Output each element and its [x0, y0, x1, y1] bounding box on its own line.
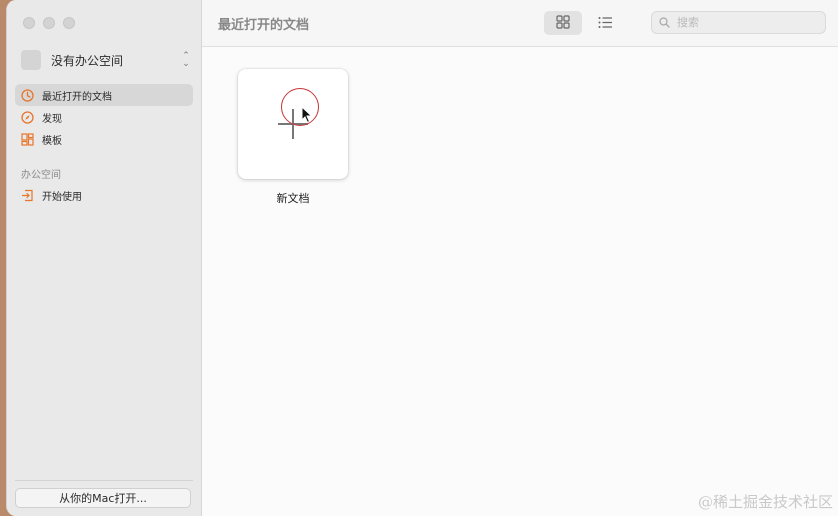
chevron-up-down-icon: ⌃ ⌄: [182, 51, 190, 69]
open-from-mac-button[interactable]: 从你的Mac打开...: [15, 488, 191, 508]
workspace-name: 没有办公空间: [51, 53, 124, 68]
sidebar-item-label: 发现: [42, 113, 62, 125]
app-window: 没有办公空间 ⌃ ⌄ 最近打开的文档 发现 模板 办公空间 开始使用 从你的Ma…: [6, 0, 838, 516]
sidebar-item-label: 模板: [42, 135, 62, 147]
sidebar: 没有办公空间 ⌃ ⌄ 最近打开的文档 发现 模板 办公空间 开始使用 从你的Ma…: [7, 0, 202, 516]
template-grid-icon: [21, 132, 34, 146]
window-controls: [23, 17, 75, 29]
watermark: @稀土掘金技术社区: [697, 493, 833, 511]
clock-icon: [21, 88, 34, 102]
search-box[interactable]: [651, 11, 826, 34]
page-title: 最近打开的文档: [218, 18, 310, 33]
sidebar-item-recent[interactable]: 最近打开的文档: [15, 84, 193, 106]
new-document-label: 新文档: [276, 192, 310, 205]
zoom-button[interactable]: [63, 17, 75, 29]
list-view-icon: [598, 14, 613, 33]
workspace-switcher[interactable]: 没有办公空间 ⌃ ⌄: [21, 46, 191, 74]
new-document-card[interactable]: [238, 69, 348, 179]
enter-icon: [21, 189, 34, 202]
search-icon: [659, 13, 670, 32]
section-title-workspace: 办公空间: [21, 170, 61, 181]
grid-view-icon: [556, 14, 570, 33]
click-indicator: [281, 88, 319, 126]
grid-view-button[interactable]: [544, 11, 582, 35]
minimize-button[interactable]: [43, 17, 55, 29]
main-content: 新文档: [202, 47, 838, 516]
workspace-avatar: [21, 50, 41, 70]
sidebar-item-get-started[interactable]: 开始使用: [15, 184, 193, 206]
toolbar: 最近打开的文档: [202, 0, 838, 47]
view-mode-toggle: [544, 11, 624, 35]
compass-icon: [21, 110, 34, 124]
list-view-button[interactable]: [586, 11, 624, 35]
mouse-cursor-icon: [301, 106, 313, 124]
sidebar-item-discover[interactable]: 发现: [15, 106, 193, 128]
search-input[interactable]: [675, 15, 819, 30]
workspace-nav: 开始使用: [15, 184, 193, 206]
divider: [15, 480, 193, 481]
sidebar-item-label: 最近打开的文档: [42, 91, 112, 103]
sidebar-item-label: 开始使用: [42, 191, 82, 203]
sidebar-item-templates[interactable]: 模板: [15, 128, 193, 150]
close-button[interactable]: [23, 17, 35, 29]
sidebar-nav: 最近打开的文档 发现 模板: [15, 84, 193, 150]
